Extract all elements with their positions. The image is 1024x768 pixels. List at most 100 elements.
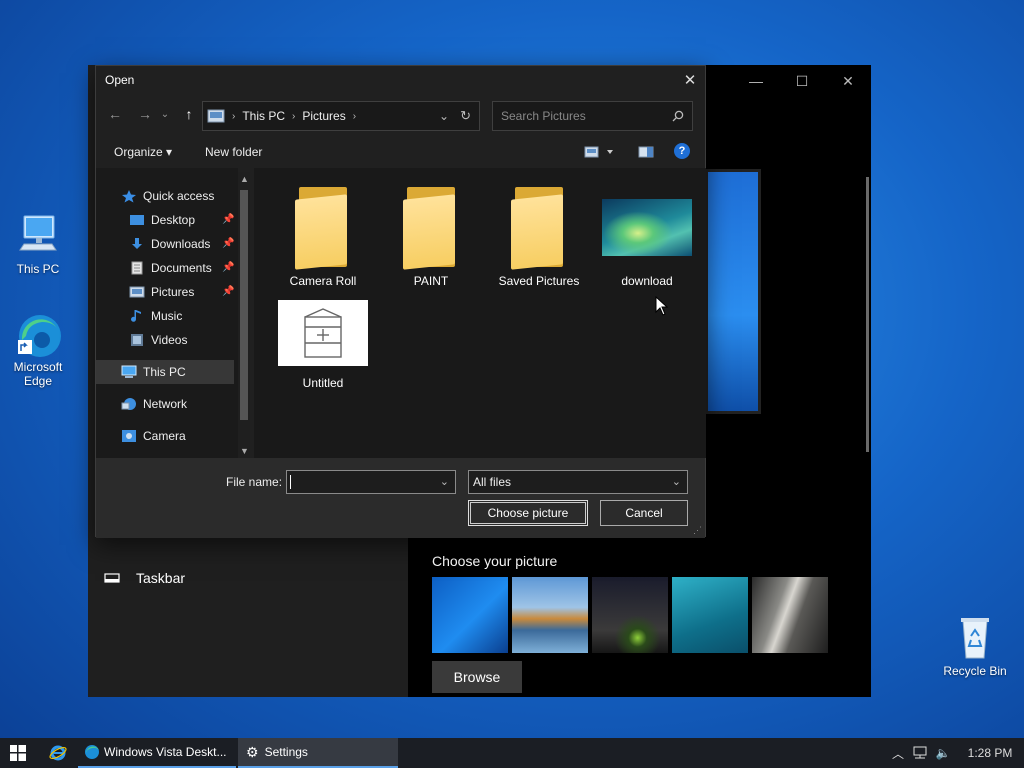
pin-icon[interactable]: 📌	[222, 214, 234, 225]
file-item-saved-pictures[interactable]: Saved Pictures	[486, 182, 592, 288]
scroll-up-icon[interactable]: ▲	[240, 174, 249, 184]
network-icon[interactable]	[910, 746, 930, 760]
file-item-download[interactable]: download	[594, 182, 700, 288]
address-dropdown-icon[interactable]: ⌄	[439, 109, 449, 123]
nav-item-pictures[interactable]: Pictures	[129, 281, 194, 303]
nav-item-label: Quick access	[143, 189, 215, 203]
breadcrumb-this-pc[interactable]: This PC	[238, 109, 289, 123]
placeholder-image-icon	[304, 308, 342, 358]
file-item-camera-roll[interactable]: Camera Roll	[270, 182, 376, 288]
nav-item-label: Downloads	[151, 237, 211, 251]
refresh-icon[interactable]: ↻	[460, 108, 471, 124]
file-item-paint[interactable]: PAINT	[378, 182, 484, 288]
scroll-down-icon[interactable]: ▼	[240, 446, 249, 456]
organize-button[interactable]: Organize ▾	[114, 145, 172, 159]
nav-item-documents[interactable]: Documents	[129, 257, 212, 279]
dialog-toolbar: Organize ▾ New folder ?	[96, 138, 705, 166]
picture-thumbnail[interactable]	[752, 577, 828, 653]
dialog-navbar: ← → ⌄ ↑ › This PC › Pictures › ⌄ ↻ Searc…	[96, 98, 705, 132]
taskbar-app-settings[interactable]: ⚙ Settings	[238, 738, 398, 768]
clock[interactable]: 1:28 PM	[960, 746, 1020, 760]
file-item-label: Untitled	[302, 376, 344, 390]
cancel-button[interactable]: Cancel	[600, 500, 688, 526]
nav-item-desktop[interactable]: Desktop	[129, 209, 195, 231]
desktop-folder-icon	[129, 213, 145, 227]
folder-icon	[295, 187, 351, 270]
help-icon[interactable]: ?	[674, 143, 690, 159]
resize-grip-icon[interactable]: ⋰	[693, 525, 702, 536]
computer-icon	[14, 212, 62, 260]
volume-icon[interactable]: 🔈	[932, 746, 954, 760]
choose-picture-button[interactable]: Choose picture	[468, 500, 588, 526]
back-arrow-icon[interactable]: ←	[104, 103, 126, 125]
nav-item-downloads[interactable]: Downloads	[129, 233, 210, 255]
pictures-library-icon	[207, 109, 225, 123]
file-item-untitled[interactable]: Untitled	[270, 298, 376, 390]
nav-item-videos[interactable]: Videos	[129, 329, 187, 351]
start-button[interactable]	[0, 738, 36, 768]
file-type-select[interactable]: All files ⌄	[468, 470, 688, 494]
navigation-scrollbar[interactable]: ▲ ▼	[238, 172, 250, 458]
mouse-cursor-icon	[655, 296, 669, 316]
windows-logo-icon	[10, 745, 26, 761]
picture-thumbnail[interactable]	[432, 577, 508, 653]
up-arrow-icon[interactable]: ↑	[178, 103, 200, 125]
chevron-down-icon[interactable]: ⌄	[672, 475, 681, 488]
folder-icon	[403, 187, 459, 270]
close-icon[interactable]: ✕	[675, 66, 705, 94]
computer-icon	[121, 365, 137, 379]
settings-nav-taskbar[interactable]: Taskbar	[104, 570, 185, 586]
forward-arrow-icon[interactable]: →	[134, 103, 156, 125]
dialog-titlebar: Open ✕	[96, 66, 705, 94]
nav-item-quick-access[interactable]: Quick access	[121, 185, 214, 207]
minimize-icon[interactable]: —	[733, 65, 779, 97]
file-list: Camera Roll PAINT Saved Pictures downloa…	[254, 168, 706, 458]
download-arrow-icon	[129, 237, 145, 251]
internet-explorer-icon	[49, 745, 67, 761]
desktop-icon-this-pc[interactable]: This PC	[0, 212, 76, 276]
change-view-icon[interactable]	[584, 146, 614, 158]
edge-icon	[14, 310, 62, 358]
open-file-dialog: Open ✕ ← → ⌄ ↑ › This PC › Pictures › ⌄ …	[95, 65, 706, 538]
new-folder-button[interactable]: New folder	[205, 145, 262, 159]
network-icon	[121, 397, 137, 411]
picture-thumbnail[interactable]	[592, 577, 668, 653]
pin-icon[interactable]: 📌	[222, 238, 234, 249]
nav-item-camera[interactable]: Camera	[121, 425, 186, 447]
pin-icon[interactable]: 📌	[222, 286, 234, 297]
nav-item-network[interactable]: Network	[121, 393, 187, 415]
settings-scrollbar[interactable]	[866, 177, 869, 452]
picture-thumbnail[interactable]	[512, 577, 588, 653]
picture-thumbnail[interactable]	[672, 577, 748, 653]
taskbar-app-edge[interactable]: Windows Vista Deskt...	[78, 738, 236, 768]
file-name-input[interactable]: ⌄	[286, 470, 456, 494]
taskbar-internet-explorer[interactable]	[40, 738, 76, 768]
breadcrumb-pictures[interactable]: Pictures	[298, 109, 349, 123]
dialog-footer: File name: ⌄ All files ⌄ Choose picture …	[96, 458, 705, 538]
settings-window-controls: — ☐ ✕	[733, 65, 871, 97]
desktop-icon-recycle-bin[interactable]: Recycle Bin	[937, 614, 1013, 678]
nav-item-label: Documents	[151, 261, 212, 275]
dialog-title: Open	[105, 73, 135, 87]
recycle-bin-icon	[951, 614, 999, 662]
nav-item-this-pc[interactable]: This PC	[121, 361, 186, 383]
close-icon[interactable]: ✕	[825, 65, 871, 97]
gear-icon: ⚙	[246, 743, 259, 760]
taskbar-app-label: Windows Vista Deskt...	[104, 745, 227, 759]
address-bar[interactable]: › This PC › Pictures › ⌄ ↻	[202, 101, 480, 131]
search-input[interactable]: Search Pictures	[492, 101, 693, 131]
scrollbar-thumb[interactable]	[240, 190, 248, 420]
file-type-value: All files	[473, 475, 512, 489]
chevron-up-icon[interactable]: ︿	[888, 745, 908, 762]
desktop-icon-edge[interactable]: Microsoft Edge	[0, 310, 76, 388]
taskbar: Windows Vista Deskt... ⚙ Settings ︿ 🔈 1:…	[0, 738, 1024, 768]
choose-picture-heading: Choose your picture	[432, 553, 558, 569]
browse-button[interactable]: Browse	[432, 661, 522, 693]
maximize-icon[interactable]: ☐	[779, 65, 825, 97]
text-caret	[290, 475, 291, 489]
preview-pane-icon[interactable]	[638, 146, 654, 158]
pin-icon[interactable]: 📌	[222, 262, 234, 273]
nav-item-music[interactable]: Music	[129, 305, 182, 327]
chevron-down-icon[interactable]: ⌄	[440, 475, 449, 488]
recent-dropdown-icon[interactable]: ⌄	[158, 103, 172, 125]
